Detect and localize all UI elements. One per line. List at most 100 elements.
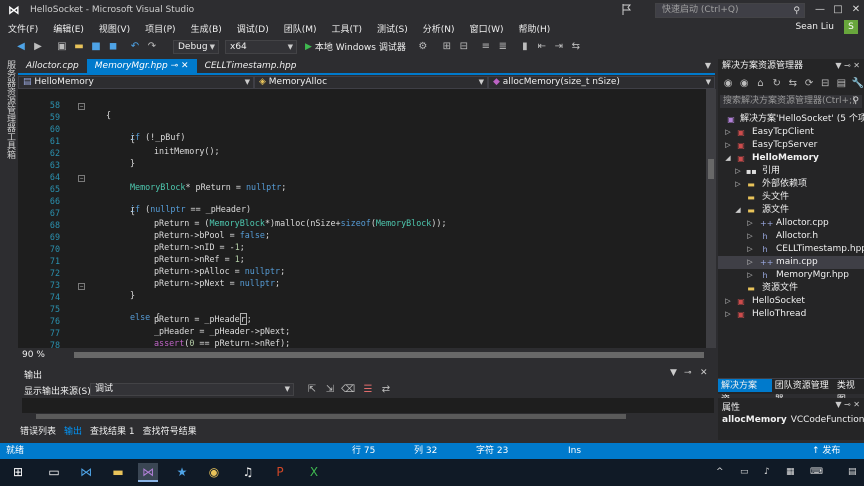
class-view-icon[interactable]: ⊞ — [440, 40, 454, 54]
input-method-icon[interactable]: ▦ — [786, 467, 795, 477]
browse-icon[interactable]: ⊟ — [457, 40, 471, 54]
quick-launch-input[interactable]: 快速启动 (Ctrl+Q) ⚲ — [655, 3, 805, 18]
redo-icon[interactable]: ↷ — [145, 40, 159, 54]
history-icon[interactable]: ↻ — [771, 77, 783, 91]
pin-icon[interactable]: ⊸ — [684, 368, 692, 378]
tree-item-file[interactable]: ▷ ++ Alloctor.cpp — [718, 217, 864, 230]
volume-icon[interactable]: ♪ — [764, 467, 770, 477]
collapse-all-icon[interactable]: ⊟ — [819, 77, 831, 91]
tree-item-references[interactable]: ▷ ▪▪ 引用 — [718, 165, 864, 178]
tree-item-project[interactable]: ▷ ▣ EasyTcpServer — [718, 139, 864, 152]
tree-item-file[interactable]: ▷ h MemoryMgr.hpp — [718, 269, 864, 282]
expand-icon[interactable]: ▷ — [724, 126, 732, 139]
server-explorer-tab[interactable]: 服务器资源管理器 — [4, 60, 15, 132]
tab-memorymgr-hpp[interactable]: MemoryMgr.hpp ⊸ ✕ — [86, 59, 197, 73]
notification-icon[interactable]: ▤ — [848, 467, 857, 477]
tab-team-explorer[interactable]: 团队资源管理器 — [772, 379, 834, 405]
tree-item-file[interactable]: ▷ h Alloctor.h — [718, 230, 864, 243]
tree-item-solution[interactable]: ▣ 解决方案'HelloSocket' (5 个项目) — [718, 113, 864, 126]
file-explorer-icon[interactable]: ▬ — [108, 463, 128, 482]
menu-test[interactable]: 测试(S) — [371, 22, 414, 35]
collapse-icon[interactable]: ◢ — [734, 204, 742, 217]
menu-project[interactable]: 项目(P) — [139, 22, 181, 35]
home-icon[interactable]: ⌂ — [754, 77, 766, 91]
platform-dropdown[interactable]: x64 ▼ — [225, 39, 297, 54]
close-icon[interactable]: ✕ — [181, 61, 189, 71]
expand-icon[interactable]: ▷ — [724, 308, 732, 321]
avatar[interactable]: S — [844, 20, 858, 34]
tab-output[interactable]: 输出 — [64, 426, 82, 438]
menu-window[interactable]: 窗口(W) — [464, 22, 510, 35]
clear-bookmarks-icon[interactable]: ⇆ — [569, 40, 583, 54]
pin-icon[interactable]: ⊸ — [171, 61, 179, 71]
panel-controls-icon[interactable]: ▼ ⊸ ✕ — [835, 400, 860, 409]
horizontal-scroll-thumb[interactable] — [74, 352, 704, 358]
menu-file[interactable]: 文件(F) — [2, 22, 44, 35]
star-app-icon[interactable]: ★ — [172, 463, 192, 482]
open-file-icon[interactable]: ▬ — [72, 40, 86, 54]
undo-icon[interactable]: ↶ — [128, 40, 142, 54]
new-project-icon[interactable]: ▣ — [55, 40, 69, 54]
tree-item-project[interactable]: ▷ ▣ HelloThread — [718, 308, 864, 321]
close-icon[interactable]: ✕ — [700, 368, 708, 378]
editor-vertical-scrollbar[interactable] — [706, 89, 716, 348]
expand-icon[interactable]: ▷ — [724, 295, 732, 308]
user-name[interactable]: Sean Liu — [795, 22, 834, 32]
next-bookmark-icon[interactable]: ⇥ — [552, 40, 566, 54]
back-icon[interactable]: ◉ — [722, 77, 734, 91]
expand-icon[interactable]: ▷ — [746, 269, 754, 282]
save-all-icon[interactable]: ◼ — [106, 40, 120, 54]
refresh-icon[interactable]: ⟳ — [803, 77, 815, 91]
menu-view[interactable]: 视图(V) — [93, 22, 136, 35]
expand-icon[interactable]: ▷ — [746, 256, 754, 269]
expand-icon[interactable]: ▷ — [724, 139, 732, 152]
collapse-icon[interactable]: − — [78, 283, 85, 290]
properties-object-selector[interactable]: allocMemory VCCodeFunction — [722, 415, 864, 425]
bookmark-icon[interactable]: ▮ — [518, 40, 532, 54]
tree-item-folder[interactable]: ▬ 资源文件 — [718, 282, 864, 295]
visual-studio-taskbar-icon[interactable]: ⋈ — [138, 463, 158, 482]
minimize-button[interactable]: — — [812, 2, 828, 18]
publish-button[interactable]: ↑ 发布 — [812, 443, 840, 459]
toolbox-tab[interactable]: 工具箱 — [4, 132, 15, 159]
prev-bookmark-icon[interactable]: ⇤ — [535, 40, 549, 54]
output-source-dropdown[interactable]: 调试 ▼ — [90, 383, 294, 396]
tab-class-view[interactable]: 类视图 — [834, 379, 864, 405]
scope-dropdown[interactable]: ◈ MemoryAlloc ▼ — [254, 76, 488, 89]
network-icon[interactable]: ▭ — [740, 467, 749, 477]
toggle-wrap-icon[interactable]: ⇄ — [379, 383, 393, 397]
word-wrap-icon[interactable]: ☰ — [361, 383, 375, 397]
menu-analyze[interactable]: 分析(N) — [417, 22, 461, 35]
tab-celltimestamp-hpp[interactable]: CELLTimestamp.hpp — [197, 59, 305, 73]
menu-team[interactable]: 团队(M) — [278, 22, 323, 35]
collapse-icon[interactable]: − — [78, 103, 85, 110]
scroll-thumb[interactable] — [708, 159, 714, 179]
show-all-files-icon[interactable]: ▤ — [835, 77, 847, 91]
dropdown-icon[interactable]: ▼ — [670, 368, 677, 378]
maximize-button[interactable]: □ — [830, 2, 846, 18]
chrome-icon[interactable]: ◉ — [204, 463, 224, 482]
tree-item-file[interactable]: ▷ h CELLTimestamp.hpp — [718, 243, 864, 256]
keyboard-icon[interactable]: ⌨ — [810, 467, 823, 477]
panel-controls-icon[interactable]: ▼ ⊸ ✕ — [835, 59, 860, 73]
expand-icon[interactable]: ▷ — [746, 243, 754, 256]
powerpoint-icon[interactable]: P — [270, 463, 290, 482]
expand-icon[interactable]: ▷ — [746, 230, 754, 243]
back-icon[interactable]: ◀ — [14, 40, 28, 54]
media-player-icon[interactable]: ♫ — [238, 463, 258, 482]
menu-help[interactable]: 帮助(H) — [512, 22, 556, 35]
outdent-icon[interactable]: ≡ — [479, 40, 493, 54]
properties-icon[interactable]: 🔧 — [852, 77, 864, 91]
forward-icon[interactable]: ◉ — [738, 77, 750, 91]
tab-find-symbol-results[interactable]: 查找符号结果 — [143, 426, 197, 438]
indent-icon[interactable]: ≣ — [496, 40, 510, 54]
windows-start-icon[interactable]: ⊞ — [8, 463, 28, 482]
tree-item-project[interactable]: ▷ ▣ HelloSocket — [718, 295, 864, 308]
menu-tools[interactable]: 工具(T) — [326, 22, 369, 35]
scroll-thumb[interactable] — [36, 414, 626, 419]
project-dropdown[interactable]: ▤ HelloMemory ▼ — [18, 76, 254, 89]
tree-item-project[interactable]: ◢ ▣ HelloMemory — [718, 152, 864, 165]
tray-expand-icon[interactable]: ^ — [716, 467, 724, 477]
tab-error-list[interactable]: 错误列表 — [20, 426, 56, 438]
configuration-dropdown[interactable]: Debug ▼ — [173, 39, 219, 54]
